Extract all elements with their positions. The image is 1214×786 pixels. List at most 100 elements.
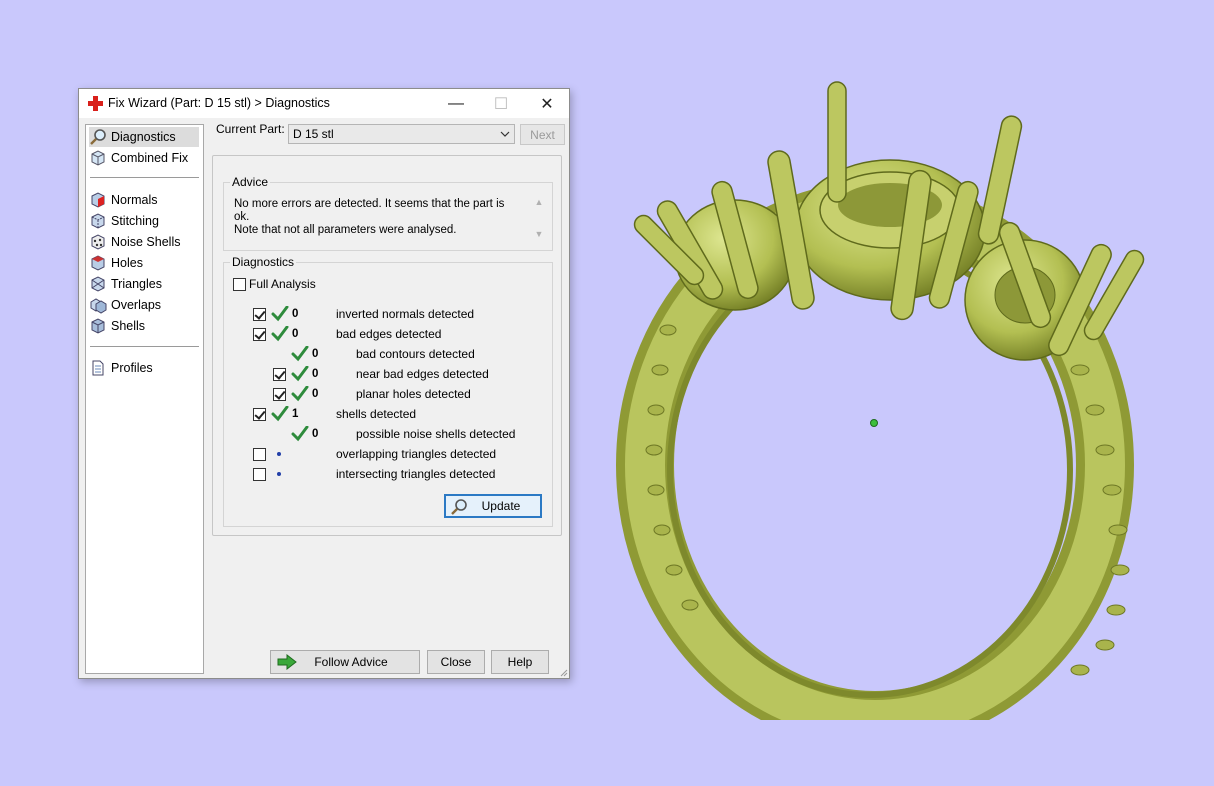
magnifier-icon	[90, 129, 106, 145]
sidebar-item-label: Overlaps	[111, 298, 162, 312]
sidebar-item-label: Normals	[111, 193, 158, 207]
advice-title: Advice	[230, 175, 271, 189]
title-bar[interactable]: Fix Wizard (Part: D 15 stl) > Diagnostic…	[79, 89, 569, 118]
row-checkbox[interactable]	[253, 407, 266, 421]
full-analysis-checkbox[interactable]	[233, 277, 246, 291]
sidebar-item-label: Triangles	[111, 277, 162, 291]
diag-row-noise-shells: 0 possible noise shells detected	[291, 426, 515, 442]
row-checkbox[interactable]	[253, 327, 266, 341]
row-checkbox[interactable]	[253, 447, 266, 461]
close-button[interactable]: Close	[427, 650, 485, 674]
advice-scrollbar[interactable]: ▲ ▼	[532, 197, 546, 247]
pending-dot-icon	[277, 452, 281, 456]
diag-row-near-bad-edges: 0 near bad edges detected	[273, 366, 489, 382]
sidebar-item-shells[interactable]: Shells	[89, 316, 199, 336]
diagnostics-title: Diagnostics	[230, 255, 297, 269]
sidebar-item-label: Holes	[111, 256, 143, 270]
diagnostics-group: Diagnostics Full Analysis 0 inverted nor…	[223, 255, 553, 527]
noise-shells-icon	[91, 234, 105, 250]
current-part-value: D 15 stl	[293, 127, 334, 141]
fix-wizard-dialog: Fix Wizard (Part: D 15 stl) > Diagnostic…	[78, 88, 570, 679]
row-label: overlapping triangles detected	[336, 447, 497, 461]
follow-advice-button[interactable]: Follow Advice	[270, 650, 420, 674]
full-analysis-option[interactable]: Full Analysis	[233, 276, 316, 292]
normals-cube-icon	[91, 192, 105, 208]
count-value: 0	[292, 328, 299, 340]
ring-model[interactable]	[560, 70, 1160, 720]
row-label: near bad edges detected	[356, 367, 489, 381]
green-check-icon	[271, 406, 289, 422]
stitching-cube-icon	[91, 213, 105, 229]
sidebar-item-diagnostics[interactable]: Diagnostics	[89, 127, 199, 147]
minimize-button[interactable]: —	[433, 89, 479, 118]
count-value: 0	[312, 368, 319, 380]
follow-advice-label: Follow Advice	[314, 655, 388, 669]
pivot-point	[870, 419, 878, 427]
count-value: 0	[312, 428, 319, 440]
sidebar-item-label: Diagnostics	[111, 130, 176, 144]
count-value: 0	[312, 348, 319, 360]
full-analysis-label: Full Analysis	[249, 277, 316, 291]
diag-row-overlapping-triangles: overlapping triangles detected	[253, 446, 496, 462]
help-button[interactable]: Help	[491, 650, 549, 674]
row-checkbox[interactable]	[273, 387, 286, 401]
sidebar-item-profiles[interactable]: Profiles	[89, 358, 199, 378]
row-label: planar holes detected	[356, 387, 471, 401]
current-part-select[interactable]: D 15 stl	[288, 124, 515, 144]
sidebar-nav: Diagnostics Combined Fix Normals Stitchi…	[85, 124, 204, 674]
next-button[interactable]: Next	[520, 124, 565, 145]
diag-row-bad-edges: 0 bad edges detected	[253, 326, 441, 342]
magnifier-icon	[451, 499, 467, 515]
sidebar-divider	[90, 177, 199, 178]
advice-text: No more errors are detected. It seems th…	[234, 198, 519, 237]
diagnostics-panel: Advice No more errors are detected. It s…	[212, 155, 562, 536]
green-check-icon	[291, 366, 309, 382]
row-label: possible noise shells detected	[356, 427, 516, 441]
update-button[interactable]: Update	[444, 494, 542, 518]
close-window-button[interactable]: ✕	[524, 89, 570, 118]
row-label: shells detected	[336, 407, 417, 421]
sidebar-item-normals[interactable]: Normals	[89, 190, 199, 210]
advice-group: Advice No more errors are detected. It s…	[223, 175, 553, 251]
row-checkbox[interactable]	[253, 307, 266, 321]
count-value: 1	[292, 408, 299, 420]
advice-line-1: No more errors are detected. It seems th…	[234, 198, 505, 223]
resize-grip-icon[interactable]	[558, 667, 568, 677]
sidebar-item-triangles[interactable]: Triangles	[89, 274, 199, 294]
maximize-button[interactable]: ☐	[478, 89, 524, 118]
sidebar-divider	[90, 346, 199, 347]
sidebar-item-label: Shells	[111, 319, 146, 333]
red-cross-icon	[88, 96, 103, 111]
scroll-down-icon[interactable]: ▼	[532, 229, 546, 239]
green-check-icon	[291, 386, 309, 402]
green-check-icon	[291, 346, 309, 362]
row-label: bad contours detected	[356, 347, 475, 361]
scroll-up-icon[interactable]: ▲	[532, 197, 546, 207]
sidebar-item-holes[interactable]: Holes	[89, 253, 199, 273]
green-check-icon	[271, 306, 289, 322]
document-icon	[92, 360, 104, 376]
diag-row-intersecting-triangles: intersecting triangles detected	[253, 466, 495, 482]
sidebar-item-stitching[interactable]: Stitching	[89, 211, 199, 231]
triangles-cube-icon	[91, 276, 105, 292]
diag-row-inverted-normals: 0 inverted normals detected	[253, 306, 474, 322]
sidebar-item-label: Stitching	[111, 214, 159, 228]
update-label: Update	[481, 499, 521, 513]
green-check-icon	[291, 426, 309, 442]
row-checkbox[interactable]	[253, 467, 266, 481]
count-value: 0	[312, 388, 319, 400]
diag-row-shells: 1 shells detected	[253, 406, 416, 422]
current-part-label: Current Part:	[216, 122, 285, 136]
overlaps-icon	[90, 298, 107, 314]
chevron-down-icon	[500, 131, 510, 137]
diag-row-bad-contours: 0 bad contours detected	[291, 346, 475, 362]
sidebar-item-overlaps[interactable]: Overlaps	[89, 295, 199, 315]
sidebar-item-combined-fix[interactable]: Combined Fix	[89, 148, 199, 168]
shells-cube-icon	[91, 318, 105, 334]
sidebar-item-noise-shells[interactable]: Noise Shells	[89, 232, 199, 252]
row-checkbox[interactable]	[273, 367, 286, 381]
row-label: inverted normals detected	[336, 307, 475, 321]
diag-row-planar-holes: 0 planar holes detected	[273, 386, 471, 402]
window-title: Fix Wizard (Part: D 15 stl) > Diagnostic…	[108, 96, 330, 110]
holes-cube-icon	[91, 255, 105, 271]
